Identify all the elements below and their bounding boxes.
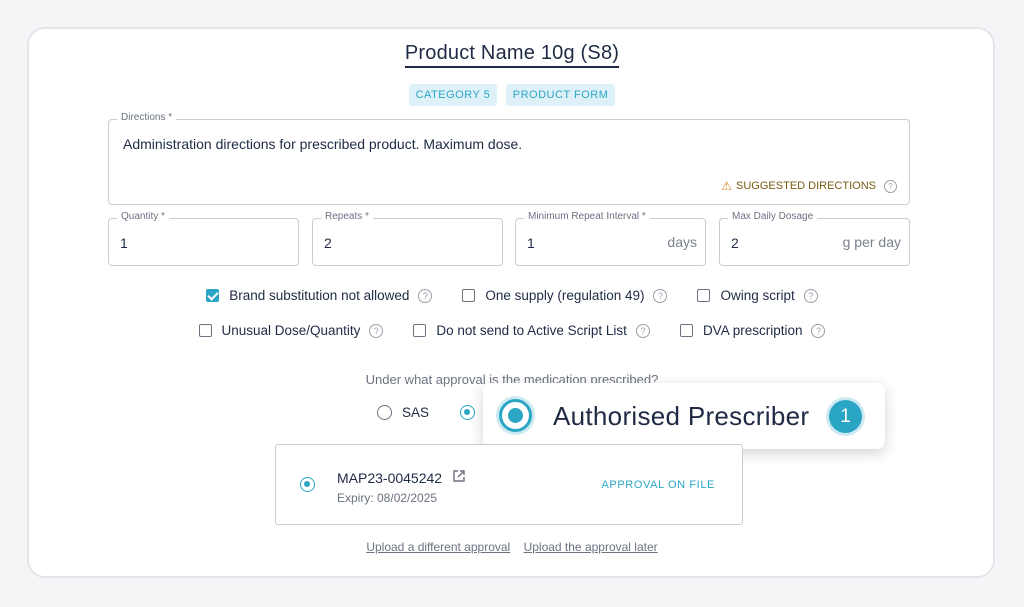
checkbox-icon[interactable]: [413, 324, 427, 337]
repeats-label: Repeats *: [321, 211, 373, 222]
max-daily-dosage-field[interactable]: Max Daily Dosage 2 g per day: [719, 211, 910, 266]
max-daily-dosage-label: Max Daily Dosage: [728, 211, 818, 222]
owing-script-checkbox[interactable]: Owing script ?: [697, 288, 818, 303]
checkbox-checked-icon[interactable]: [206, 289, 220, 302]
product-title: Product Name 10g (S8): [0, 42, 1024, 68]
approval-expiry: Expiry: 08/02/2025: [337, 491, 438, 505]
checkbox-label: Unusual Dose/Quantity: [221, 323, 361, 338]
authorised-prescriber-radio[interactable]: [460, 405, 475, 420]
min-repeat-interval-unit: days: [667, 234, 697, 250]
max-daily-dosage-unit: g per day: [842, 234, 901, 250]
checkbox-label: One supply (regulation 49): [485, 288, 645, 303]
quantity-value: 1: [120, 235, 128, 251]
checkbox-label: Owing script: [720, 288, 795, 303]
checkbox-label: Do not send to Active Script List: [436, 323, 627, 338]
product-chips: CATEGORY 5 PRODUCT FORM: [0, 84, 1024, 106]
step-badge: 1: [829, 400, 862, 433]
checkbox-label: DVA prescription: [702, 323, 803, 338]
help-icon[interactable]: ?: [418, 288, 433, 303]
selected-radio-icon: [499, 399, 532, 432]
do-not-send-asl-checkbox[interactable]: Do not send to Active Script List ?: [413, 323, 650, 338]
checkbox-icon[interactable]: [198, 324, 212, 337]
quantity-field[interactable]: Quantity * 1: [108, 211, 299, 266]
radio-icon[interactable]: [377, 405, 392, 420]
help-icon[interactable]: ?: [369, 323, 384, 338]
checkbox-row-1: Brand substitution not allowed ? One sup…: [0, 288, 1024, 303]
min-repeat-interval-field[interactable]: Minimum Repeat Interval * 1 days: [515, 211, 706, 266]
approval-record-radio[interactable]: [300, 477, 315, 492]
unusual-dose-checkbox[interactable]: Unusual Dose/Quantity ?: [198, 323, 384, 338]
repeats-value: 2: [324, 235, 332, 251]
repeats-field[interactable]: Repeats * 2: [312, 211, 503, 266]
checkbox-row-2: Unusual Dose/Quantity ? Do not send to A…: [0, 323, 1024, 338]
approval-status: APPROVAL ON FILE: [601, 479, 715, 491]
checkbox-icon[interactable]: [462, 289, 476, 302]
external-link-icon[interactable]: [452, 469, 466, 486]
upload-different-approval-link[interactable]: Upload a different approval: [366, 540, 510, 554]
product-form-chip: PRODUCT FORM: [505, 84, 616, 106]
approval-id: MAP23-0045242: [337, 469, 466, 486]
upload-later-link[interactable]: Upload the approval later: [524, 540, 658, 554]
min-repeat-interval-value: 1: [527, 235, 535, 251]
dva-prescription-checkbox[interactable]: DVA prescription ?: [679, 323, 826, 338]
help-icon[interactable]: ?: [811, 323, 826, 338]
help-icon[interactable]: ?: [653, 288, 668, 303]
help-icon[interactable]: ?: [884, 179, 897, 193]
suggested-directions-label: SUGGESTED DIRECTIONS: [736, 180, 876, 192]
authorised-prescriber-callout: Authorised Prescriber 1: [483, 383, 885, 449]
directions-label: Directions *: [117, 112, 177, 123]
one-supply-checkbox[interactable]: One supply (regulation 49) ?: [462, 288, 668, 303]
authorised-prescriber-label: Authorised Prescriber: [553, 401, 810, 431]
help-icon[interactable]: ?: [803, 288, 818, 303]
approval-record-card[interactable]: MAP23-0045242 Expiry: 08/02/2025 APPROVA…: [275, 444, 743, 525]
suggested-directions-button[interactable]: ⚠ SUGGESTED DIRECTIONS ?: [721, 179, 897, 193]
category-chip: CATEGORY 5: [408, 84, 498, 106]
min-repeat-interval-label: Minimum Repeat Interval *: [524, 211, 650, 222]
approval-id-text: MAP23-0045242: [337, 469, 443, 486]
approval-links: Upload a different approval Upload the a…: [0, 540, 1024, 554]
sas-radio[interactable]: SAS: [377, 405, 429, 420]
checkbox-label: Brand substitution not allowed: [229, 288, 410, 303]
max-daily-dosage-value: 2: [731, 235, 739, 251]
directions-field[interactable]: Directions * Administration directions f…: [108, 112, 910, 205]
checkbox-icon[interactable]: [697, 289, 711, 302]
quantity-label: Quantity *: [117, 211, 169, 222]
help-icon[interactable]: ?: [635, 323, 650, 338]
warning-icon: ⚠: [721, 179, 733, 193]
checkbox-icon[interactable]: [679, 324, 693, 337]
brand-substitution-checkbox[interactable]: Brand substitution not allowed ?: [206, 288, 433, 303]
directions-value: Administration directions for prescribed…: [123, 136, 523, 152]
sas-label: SAS: [402, 405, 430, 420]
